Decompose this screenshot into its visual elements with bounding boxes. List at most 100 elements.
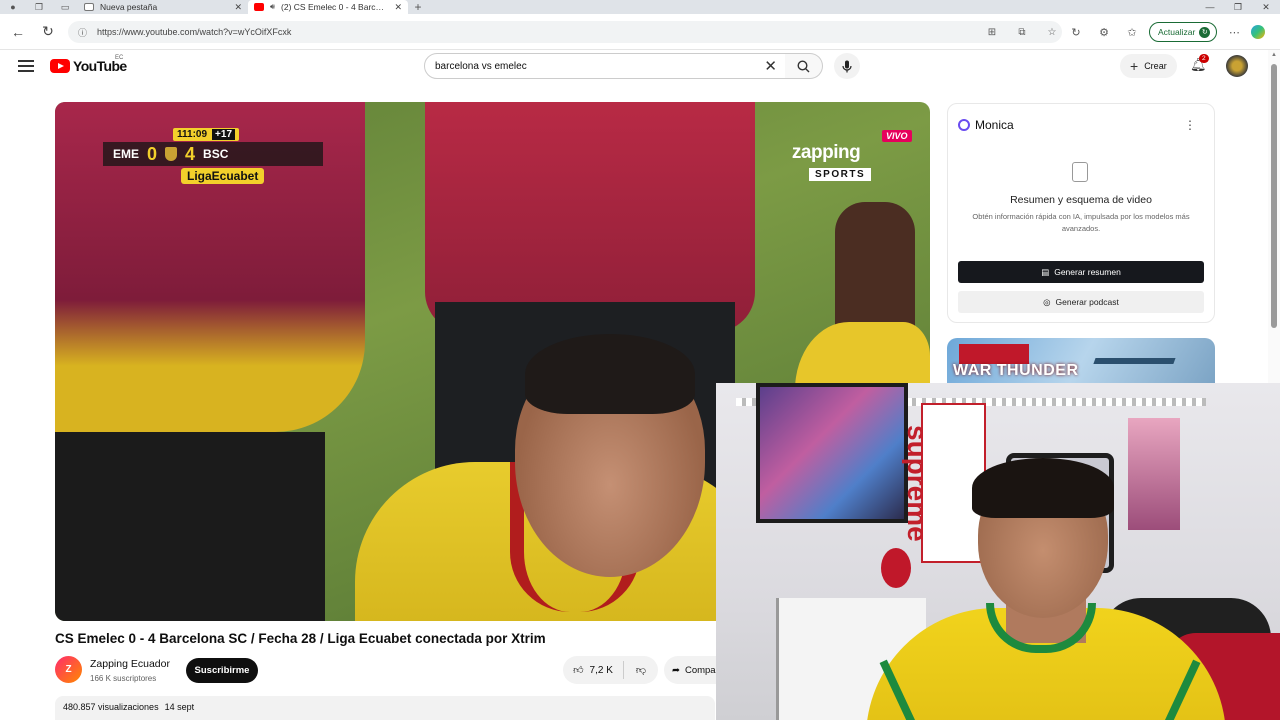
generate-summary-button[interactable]: ▤ Generar resumen [958,261,1204,283]
collections-icon[interactable]: ❐ [26,0,52,14]
like-dislike-bar: 👍︎ 7,2 K 👎︎ [563,656,658,684]
league-name: LigaEcuabet [181,168,265,184]
away-team: BSC [203,147,229,161]
profile-icon[interactable]: ● [0,0,26,14]
document-icon [1072,162,1088,182]
restore-icon[interactable]: ❐ [1224,0,1252,14]
more-options-icon[interactable]: ⋯ [1223,26,1245,39]
account-avatar[interactable] [1226,55,1248,77]
youtube-logo[interactable]: YouTube EC [50,55,127,74]
match-clock: 111:09 +17 [173,128,240,141]
plus-icon: + [1130,58,1139,74]
notifications-button[interactable]: 🔔︎ 2 [1190,54,1209,73]
address-bar[interactable]: ⓘ https://www.youtube.com/watch?v=wYcOif… [68,21,1062,43]
tab-youtube-video[interactable]: 🔊︎ (2) CS Emelec 0 - 4 Barcelona SC / Fe… [248,0,408,14]
home-score: 0 [147,143,158,164]
window-controls: — ❐ ✕ [1196,0,1280,14]
channel-name[interactable]: Zapping Ecuador [90,658,170,670]
menu-icon[interactable] [18,60,34,72]
ad-banner[interactable]: WAR THUNDER [947,338,1215,388]
ad-logo-backdrop [959,344,1029,364]
speaker-icon[interactable]: 🔊︎ [270,2,275,12]
share-icon: ➦ [672,664,680,676]
spiderman-figure [881,548,911,588]
close-tab-icon[interactable]: ✕ [394,2,402,13]
more-vert-icon[interactable]: ⋮ [1184,118,1196,132]
home-team: EME [113,147,140,161]
tab-title: Nueva pestaña [100,2,158,12]
broadcaster-sub: SPORTS [809,168,872,181]
subscribe-button[interactable]: Suscribirme [186,658,258,683]
player-left-shorts [55,432,325,621]
anime-poster [1128,418,1180,530]
monica-logo-icon [958,119,970,131]
extension-icon[interactable]: ⧉ [1012,27,1032,38]
like-button[interactable]: 👍︎ 7,2 K [563,661,624,679]
generate-podcast-button[interactable]: ◎ Generar podcast [958,291,1204,313]
scroll-up-icon[interactable]: ▲ [1271,52,1277,58]
like-count: 7,2 K [589,664,613,676]
favorites-icon[interactable]: ✩ [1121,26,1143,39]
toolbar-right: ↻ ⚙ ✩ Actualizar ↻ ⋯ [1065,22,1266,42]
broadcaster-logo: zapping SPORTS [781,142,872,182]
monica-heading: Resumen y esquema de video [1010,194,1152,206]
trophy-icon [165,147,178,161]
search-button[interactable] [785,53,823,79]
scrollbar-thumb[interactable] [1271,64,1277,328]
update-label: Actualizar [1158,27,1196,37]
monica-description: Obtén información rápida con IA, impulsa… [972,212,1190,233]
away-score: 4 [185,143,196,164]
subscriber-count: 166 K suscriptores [90,674,157,683]
microphone-icon [842,60,852,72]
tab-new-tab[interactable]: Nueva pestaña ✕ [78,0,248,14]
share-label: Compa [684,664,716,676]
monica-header: Monica [958,118,1014,132]
create-button[interactable]: + Crear [1120,54,1177,78]
share-button[interactable]: ➦ Compa [664,656,724,684]
close-tab-icon[interactable]: ✕ [234,2,242,13]
wall-monitor [756,383,908,523]
minimize-icon[interactable]: — [1196,0,1224,14]
favorite-star-icon[interactable]: ☆ [1042,27,1062,38]
browser-toolbar: ← ↻ ⓘ https://www.youtube.com/watch?v=wY… [0,14,1280,50]
update-button[interactable]: Actualizar ↻ [1149,22,1218,42]
new-tab-button[interactable]: + [408,0,428,14]
channel-avatar[interactable]: Z [55,656,82,683]
youtube-play-icon [50,59,70,73]
browser-tab-strip: ● ❐ ▭ Nueva pestaña ✕ 🔊︎ (2) CS Emelec 0… [0,0,1280,14]
page-icon [84,3,94,11]
extension-puzzle-icon[interactable]: ⚙ [1093,26,1115,39]
monica-title: Monica [975,118,1014,132]
close-window-icon[interactable]: ✕ [1252,0,1280,14]
upload-date: 14 sept [164,702,195,712]
view-count: 480.857 visualizaciones [63,702,159,712]
back-button[interactable]: ← [3,24,33,40]
description-box[interactable]: 480.857 visualizaciones 14 sept [55,696,715,720]
apps-icon[interactable]: ⊞ [982,27,1002,38]
search-input[interactable]: barcelona vs emelec ✕ [424,53,786,79]
url-text[interactable]: https://www.youtube.com/watch?v=wYcOifXF… [97,27,972,37]
score-row: EME 0 4 BSC [103,142,323,166]
podcast-label: Generar podcast [1055,297,1119,307]
live-badge: VIVO [882,130,912,142]
youtube-favicon-icon [254,3,264,11]
added-time: +17 [212,129,236,140]
streamer-hair [972,458,1114,518]
youtube-header: YouTube EC barcelona vs emelec ✕ + Crear… [0,50,1268,84]
thumbs-up-icon: 👍︎ [573,665,584,676]
player-center-shirt [425,102,755,332]
reload-button[interactable]: ↻ [33,23,63,40]
monica-panel: Monica ⋮ Resumen y esquema de video Obté… [947,103,1215,323]
search-query: barcelona vs emelec [435,60,527,72]
summary-label: Generar resumen [1054,267,1121,277]
site-info-icon[interactable]: ⓘ [78,26,87,39]
voice-search-button[interactable] [834,53,860,79]
tab-actions-icon[interactable]: ▭ [52,0,78,14]
search-icon [797,59,810,72]
dislike-button[interactable]: 👎︎ [624,664,658,676]
podcast-icon: ◎ [1043,296,1051,307]
player-hair [525,334,695,414]
copilot-icon[interactable] [1251,25,1266,39]
clear-search-icon[interactable]: ✕ [764,57,777,75]
refresh-extension-icon[interactable]: ↻ [1065,26,1087,39]
